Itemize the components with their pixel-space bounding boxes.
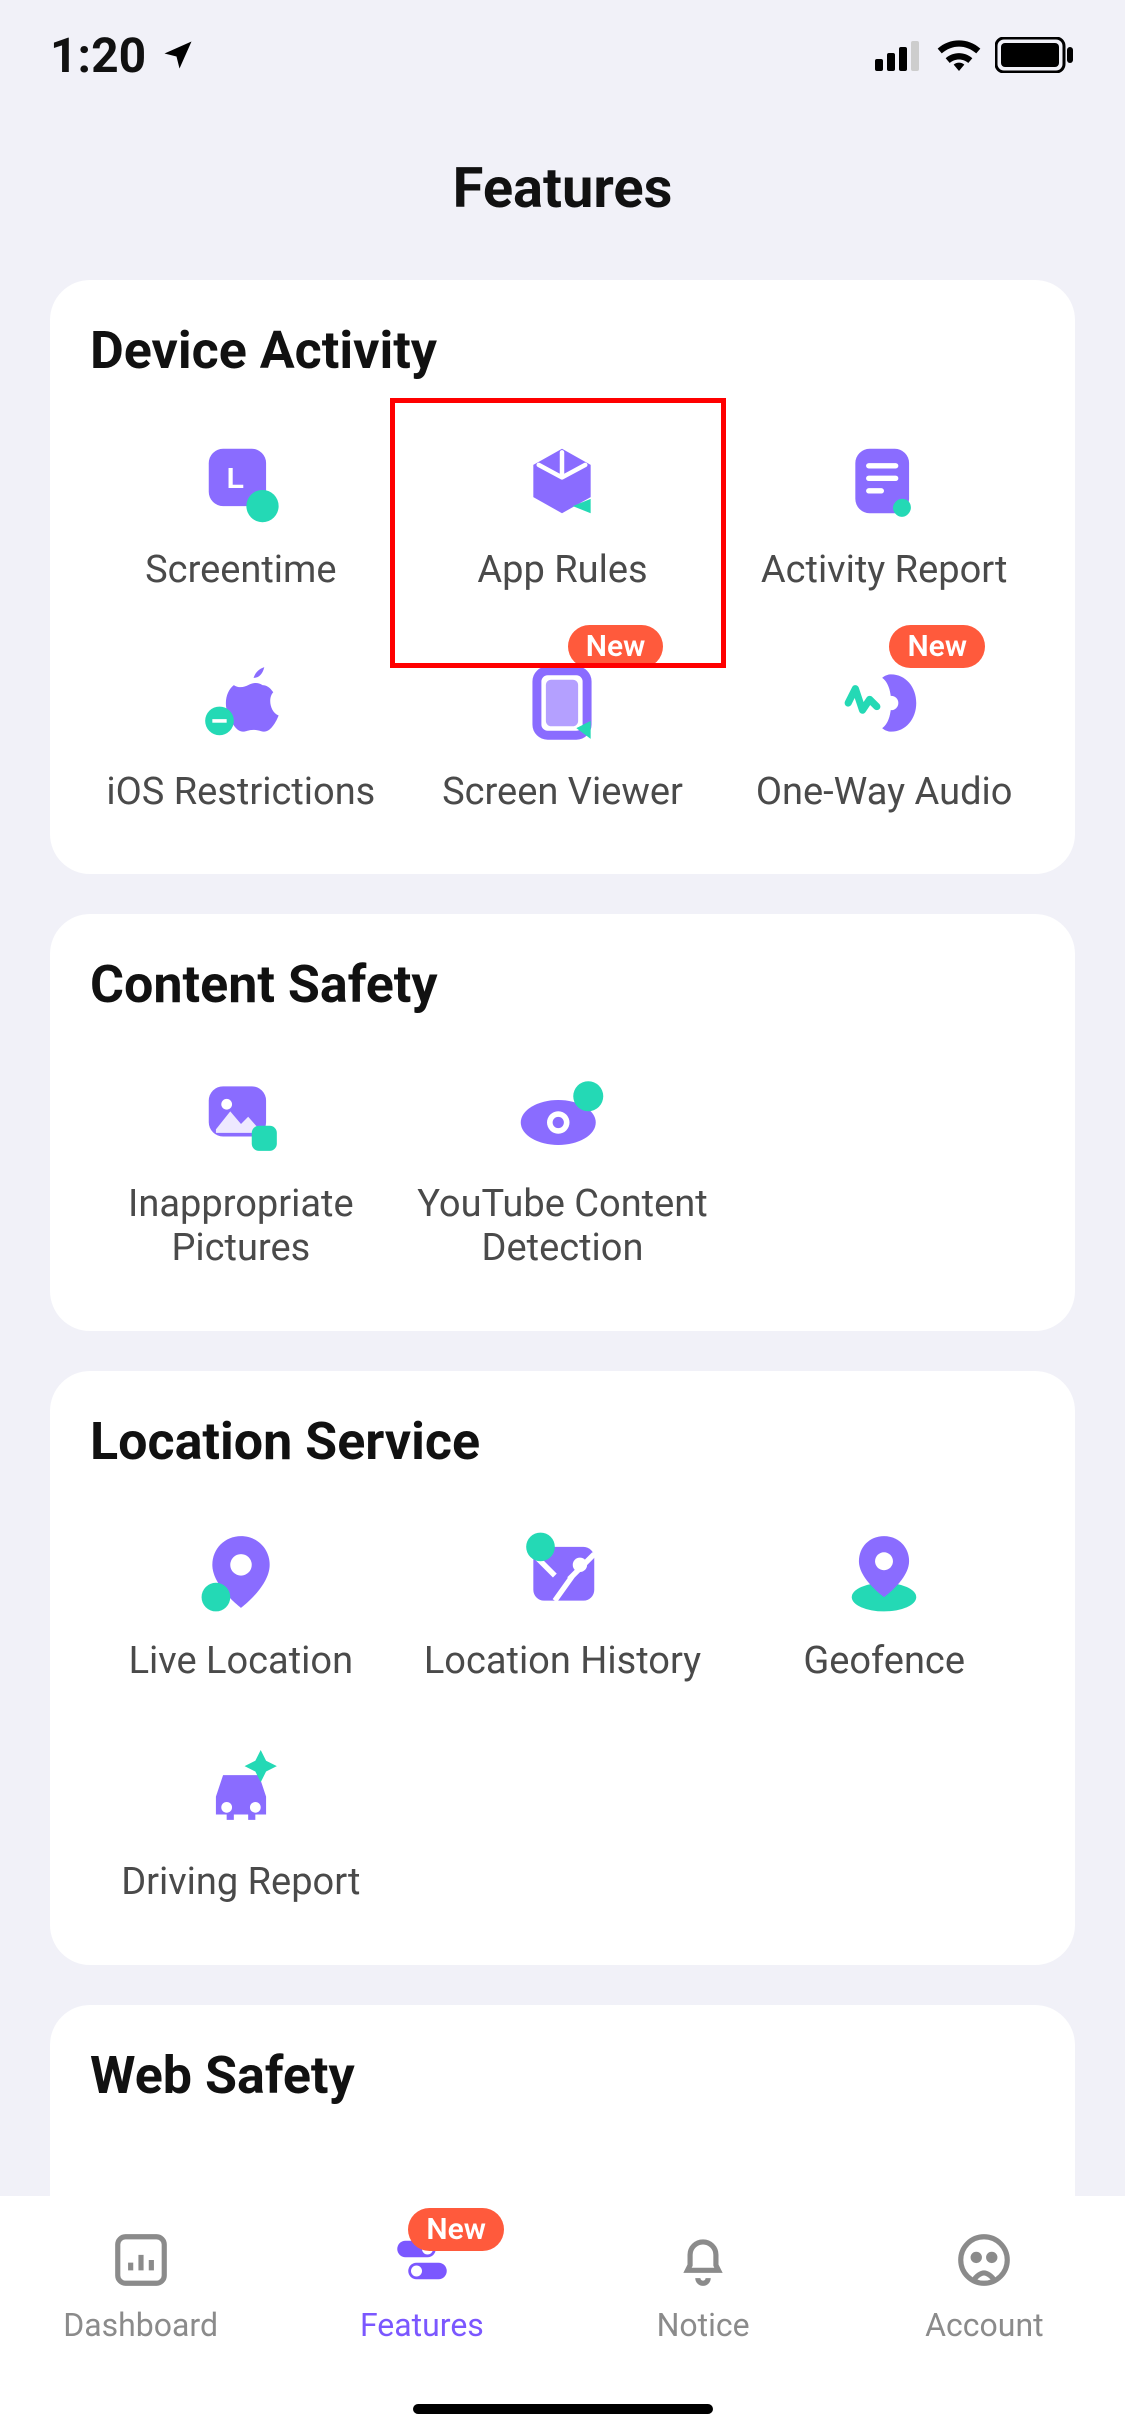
apple-icon	[191, 653, 291, 753]
feature-label: Geofence	[803, 1640, 965, 1684]
tab-bar: Dashboard New Features Notice Account	[0, 2196, 1125, 2436]
card-title-web-safety: Web Safety	[80, 2045, 1045, 2106]
screen-viewer-icon	[512, 653, 612, 753]
feature-screentime[interactable]: L Screentime	[80, 421, 402, 603]
card-title-location-service: Location Service	[80, 1411, 1045, 1472]
feature-label: Live Location	[129, 1640, 353, 1684]
status-time: 1:20	[50, 27, 146, 84]
feature-label: iOS Restrictions	[106, 771, 375, 815]
feature-label: Activity Report	[761, 549, 1008, 593]
feature-label: Screen Viewer	[442, 771, 683, 815]
tab-label: Notice	[657, 2306, 750, 2344]
feature-inappropriate-pictures[interactable]: Inappropriate Pictures	[80, 1055, 402, 1280]
feature-live-location[interactable]: Live Location	[80, 1512, 402, 1694]
feature-label: One-Way Audio	[756, 771, 1013, 815]
new-badge: New	[408, 2208, 504, 2251]
grid-device-activity: L Screentime App Rules Activity Report	[80, 421, 1045, 824]
tab-label: Dashboard	[63, 2306, 218, 2344]
feature-one-way-audio[interactable]: New One-Way Audio	[723, 643, 1045, 825]
account-icon	[948, 2224, 1020, 2296]
feature-geofence[interactable]: Geofence	[723, 1512, 1045, 1694]
tab-label: Account	[925, 2306, 1043, 2344]
card-content-safety: Content Safety Inappropriate Pictures Yo…	[50, 914, 1075, 1330]
card-title-content-safety: Content Safety	[80, 954, 1045, 1015]
home-indicator[interactable]	[413, 2404, 713, 2414]
live-location-icon	[191, 1522, 291, 1622]
card-location-service: Location Service Live Location Location …	[50, 1371, 1075, 1965]
app-rules-icon	[512, 431, 612, 531]
battery-icon	[995, 37, 1075, 73]
tab-label: Features	[360, 2306, 484, 2344]
feature-location-history[interactable]: Location History	[402, 1512, 724, 1694]
location-history-icon	[512, 1522, 612, 1622]
pictures-icon	[191, 1065, 291, 1165]
dashboard-icon	[105, 2224, 177, 2296]
status-bar: 1:20	[0, 0, 1125, 110]
grid-location-service: Live Location Location History Geofence …	[80, 1512, 1045, 1915]
tab-account[interactable]: Account	[884, 2224, 1084, 2344]
screentime-icon: L	[191, 431, 291, 531]
eye-icon	[512, 1065, 612, 1165]
feature-driving-report[interactable]: Driving Report	[80, 1733, 402, 1915]
feature-label: App Rules	[477, 549, 647, 593]
wifi-icon	[937, 39, 981, 71]
feature-label: Screentime	[145, 549, 336, 593]
feature-label: Driving Report	[121, 1861, 360, 1905]
location-arrow-icon	[160, 37, 196, 73]
feature-screen-viewer[interactable]: New Screen Viewer	[402, 643, 724, 825]
card-title-device-activity: Device Activity	[80, 320, 1045, 381]
status-right	[875, 37, 1075, 73]
geofence-icon	[834, 1522, 934, 1622]
page-title: Features	[0, 155, 1125, 221]
feature-app-rules[interactable]: App Rules	[402, 421, 724, 603]
feature-label: Location History	[424, 1640, 701, 1684]
tab-dashboard[interactable]: Dashboard	[41, 2224, 241, 2344]
feature-label: YouTube Content Detection	[412, 1183, 714, 1270]
card-web-safety: Web Safety	[50, 2005, 1075, 2196]
grid-content-safety: Inappropriate Pictures YouTube Content D…	[80, 1055, 1045, 1280]
feature-label: Inappropriate Pictures	[90, 1183, 392, 1270]
tab-features[interactable]: New Features	[322, 2224, 522, 2344]
tab-notice[interactable]: Notice	[603, 2224, 803, 2344]
activity-report-icon	[834, 431, 934, 531]
card-device-activity: Device Activity L Screentime App Rules A…	[50, 280, 1075, 874]
svg-text:L: L	[226, 463, 244, 495]
feature-youtube-content-detection[interactable]: YouTube Content Detection	[402, 1055, 724, 1280]
driving-report-icon	[191, 1743, 291, 1843]
content-scroll[interactable]: Device Activity L Screentime App Rules A…	[0, 280, 1125, 2196]
feature-activity-report[interactable]: Activity Report	[723, 421, 1045, 603]
status-time-group: 1:20	[50, 27, 196, 84]
cellular-signal-icon	[875, 39, 923, 71]
bell-icon	[667, 2224, 739, 2296]
one-way-audio-icon	[834, 653, 934, 753]
feature-ios-restrictions[interactable]: iOS Restrictions	[80, 643, 402, 825]
